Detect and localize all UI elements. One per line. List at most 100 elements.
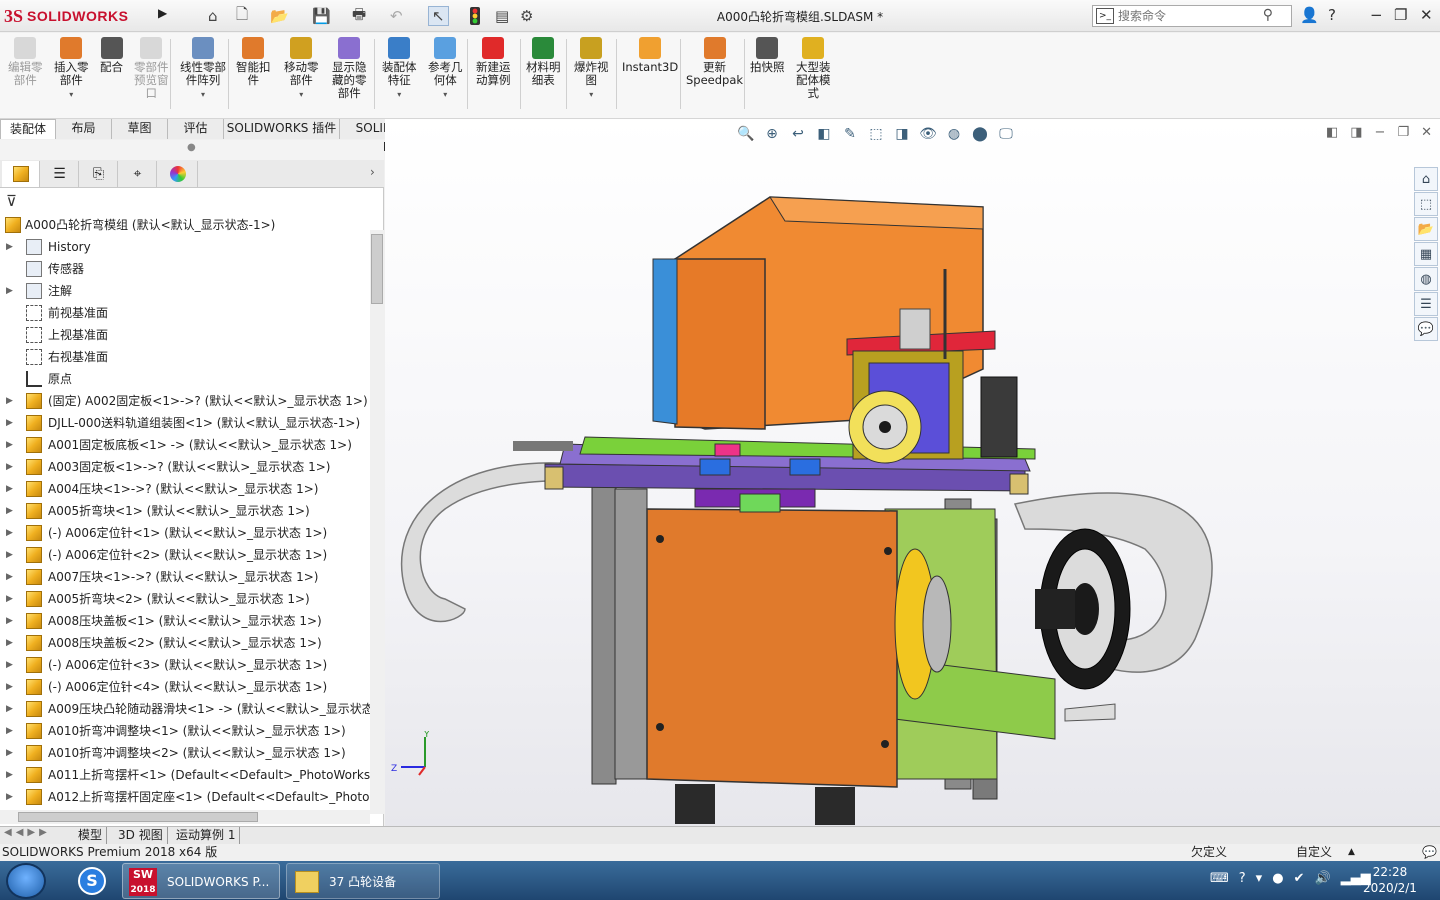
tree-item[interactable]: 原点	[0, 368, 370, 390]
tree-item[interactable]: ▶ A009压块凸轮随动器滑块<1> -> (默认<<默认>_显示状态	[0, 698, 370, 720]
dropdown-arrow-icon[interactable]: ▾	[284, 88, 319, 101]
cmd-component-preview-button[interactable]: 零部件 预览窗口	[134, 37, 169, 100]
dropdown-arrow-icon[interactable]: ▾	[180, 88, 226, 101]
expand-arrow-icon[interactable]: ▶	[6, 764, 13, 786]
cmd-motion-study-button[interactable]: 新建运 动算例	[476, 37, 511, 87]
expand-arrow-icon[interactable]: ▶	[6, 742, 13, 764]
print-icon[interactable]: 🖶	[352, 5, 366, 26]
tree-item[interactable]: ▶ A005折弯块<2> (默认<<默认>_显示状态 1>)	[0, 588, 370, 610]
expand-arrow-icon[interactable]: ▶	[6, 786, 13, 808]
user-account-icon[interactable]: 👤	[1300, 6, 1319, 24]
save-icon[interactable]: 💾	[312, 6, 331, 26]
windows-start-button[interactable]	[6, 863, 46, 899]
tree-horizontal-scrollbar[interactable]	[0, 810, 370, 824]
volume-icon[interactable]: 🔊	[1314, 871, 1330, 886]
cmd-insert-component-button[interactable]: 插入零 部件 ▾	[54, 37, 89, 101]
keyboard-icon[interactable]: ⌨	[1210, 871, 1229, 886]
graphics-area[interactable]: 🔍 ⊕ ↩ ◧ ✎ ⬚ ◨ 👁 ◍ ⬤ 🖵 ◧ ◨ − ❐ ✕ ⌂ ⬚ 📂 ▦ …	[385, 119, 1440, 826]
solidworks-logo[interactable]: 3S SOLIDWORKS	[4, 2, 156, 30]
open-folder-icon[interactable]: 📂	[270, 6, 289, 26]
filter-icon[interactable]: ⊽	[6, 192, 17, 210]
tree-item[interactable]: 右视基准面	[0, 346, 370, 368]
tab-scroll-arrows-icon[interactable]: ◀◀▶▶	[4, 827, 51, 838]
cmd-exploded-view-button[interactable]: 爆炸视图 ▾	[574, 37, 609, 101]
tab-motion-study-1[interactable]: 运动算例 1	[172, 827, 241, 845]
command-search[interactable]: >_ ⚲	[1092, 5, 1292, 27]
tray-arrow-icon[interactable]: ▾	[1256, 871, 1263, 886]
cm-tab[interactable]: 布局	[56, 119, 112, 139]
tree-item[interactable]: ▶ (固定) A002固定板<1>->? (默认<<默认>_显示状态 1>)	[0, 390, 370, 412]
cm-tab[interactable]: SOLIDWORKS 插件	[224, 119, 340, 139]
new-document-icon[interactable]: 🗋	[236, 5, 248, 26]
search-icon[interactable]: ⚲	[1263, 7, 1273, 23]
minimize-window-icon[interactable]: −	[1370, 6, 1383, 24]
cm-tab[interactable]: 装配体	[0, 119, 56, 139]
tree-item[interactable]: ▶ (-) A006定位针<4> (默认<<默认>_显示状态 1>)	[0, 676, 370, 698]
expand-arrow-icon[interactable]: ▶	[6, 500, 13, 522]
cmd-edit-component-button[interactable]: 编辑零 部件	[8, 37, 43, 87]
expand-arrow-icon[interactable]: ▶	[6, 610, 13, 632]
tree-item[interactable]: ▶ (-) A006定位针<1> (默认<<默认>_显示状态 1>)	[0, 522, 370, 544]
file-explorer-icon[interactable]: 📂	[1414, 217, 1438, 241]
solidworks-forum-icon[interactable]: 💬	[1414, 317, 1438, 341]
taskbar-folder[interactable]: 37 凸轮设备	[286, 863, 440, 899]
expand-arrow-icon[interactable]: ▶	[6, 698, 13, 720]
tab-property-manager[interactable]: ☰	[41, 161, 79, 187]
tab-configuration-manager[interactable]: ⎘	[80, 161, 118, 187]
tree-item[interactable]: ▶ A001固定板底板<1> -> (默认<<默认>_显示状态 1>)	[0, 434, 370, 456]
expand-arrow-icon[interactable]: ▶	[6, 522, 13, 544]
cmd-assembly-feature-button[interactable]: 装配体 特征 ▾	[382, 37, 417, 101]
assembly-model[interactable]	[385, 119, 1440, 826]
expand-arrow-icon[interactable]: ▶	[6, 654, 13, 676]
tree-item[interactable]: ▶ A010折弯冲调整块<1> (默认<<默认>_显示状态 1>)	[0, 720, 370, 742]
expand-arrow-icon[interactable]: ▶	[6, 412, 13, 434]
expand-arrow-icon[interactable]: ▶	[6, 720, 13, 742]
tree-item[interactable]: ▶ 注解	[0, 280, 370, 302]
tree-filter[interactable]: ⊽	[0, 190, 384, 212]
tree-item[interactable]: 上视基准面	[0, 324, 370, 346]
expand-arrow-icon[interactable]: ▶	[6, 390, 13, 412]
cmd-show-hidden-button[interactable]: 显示隐 藏的零 部件	[332, 37, 367, 100]
expand-arrow-icon[interactable]: ▶	[6, 434, 13, 456]
expand-arrow-icon[interactable]: ▶	[6, 676, 13, 698]
expand-arrow-icon[interactable]: ▶	[6, 478, 13, 500]
cmd-large-assembly-button[interactable]: 大型装 配体模式	[796, 37, 831, 100]
status-message-icon[interactable]: 💬	[1422, 844, 1437, 861]
cmd-snapshot-button[interactable]: 拍快照	[750, 37, 785, 74]
cmd-bom-button[interactable]: 材料明 细表	[526, 37, 561, 87]
select-pointer-icon[interactable]: ↖	[428, 6, 449, 26]
tree-item[interactable]: ▶ DJLL-000送料轨道组装图<1> (默认<默认_显示状态-1>)	[0, 412, 370, 434]
dropdown-arrow-icon[interactable]: ▾	[428, 88, 463, 101]
vertical-scroll-thumb[interactable]	[371, 234, 383, 304]
tab-model[interactable]: 模型	[74, 827, 108, 845]
tab-3d-view[interactable]: 3D 视图	[114, 827, 168, 845]
expand-arrow-icon[interactable]: ▶	[6, 280, 13, 302]
horizontal-scroll-thumb[interactable]	[18, 812, 258, 822]
splitter-grip-icon[interactable]: ●	[187, 142, 196, 153]
tree-item[interactable]: ▶ A010折弯冲调整块<2> (默认<<默认>_显示状态 1>)	[0, 742, 370, 764]
dropdown-arrow-icon[interactable]: ▾	[382, 88, 417, 101]
tree-item[interactable]: 传感器	[0, 258, 370, 280]
expand-arrow-icon[interactable]: ▶	[6, 566, 13, 588]
tree-item[interactable]: ▶ (-) A006定位针<2> (默认<<默认>_显示状态 1>)	[0, 544, 370, 566]
tree-item[interactable]: ▶ A007压块<1>->? (默认<<默认>_显示状态 1>)	[0, 566, 370, 588]
security-check-icon[interactable]: ✔	[1294, 871, 1305, 886]
tree-item[interactable]: ▶ (-) A006定位针<3> (默认<<默认>_显示状态 1>)	[0, 654, 370, 676]
cmd-linear-pattern-button[interactable]: 线性零部 件阵列 ▾	[180, 37, 226, 101]
restore-window-icon[interactable]: ❐	[1394, 6, 1407, 24]
sogou-app-icon[interactable]: S	[72, 863, 112, 899]
close-window-icon[interactable]: ✕	[1420, 6, 1433, 24]
help-icon[interactable]: ?	[1328, 6, 1336, 24]
design-library-icon[interactable]: ⬚	[1414, 192, 1438, 216]
expand-arrow-icon[interactable]: ▶	[6, 236, 13, 258]
sw-tray-icon[interactable]: ●	[1272, 871, 1283, 886]
tree-item[interactable]: ▶ History	[0, 236, 370, 258]
taskbar-solidworks[interactable]: SW 2018 SOLIDWORKS P...	[122, 863, 280, 899]
options-gear-icon[interactable]: ⚙	[520, 6, 533, 26]
cm-tab[interactable]: 评估	[168, 119, 224, 139]
solidworks-resources-icon[interactable]: ⌂	[1414, 167, 1438, 191]
tree-item[interactable]: ▶ A012上折弯摆杆固定座<1> (Default<<Default>_Phot…	[0, 786, 370, 808]
file-properties-icon[interactable]: ▤	[495, 6, 509, 26]
home-icon[interactable]: ⌂	[208, 6, 218, 26]
expand-panel-arrow-icon[interactable]: ›	[370, 165, 375, 179]
